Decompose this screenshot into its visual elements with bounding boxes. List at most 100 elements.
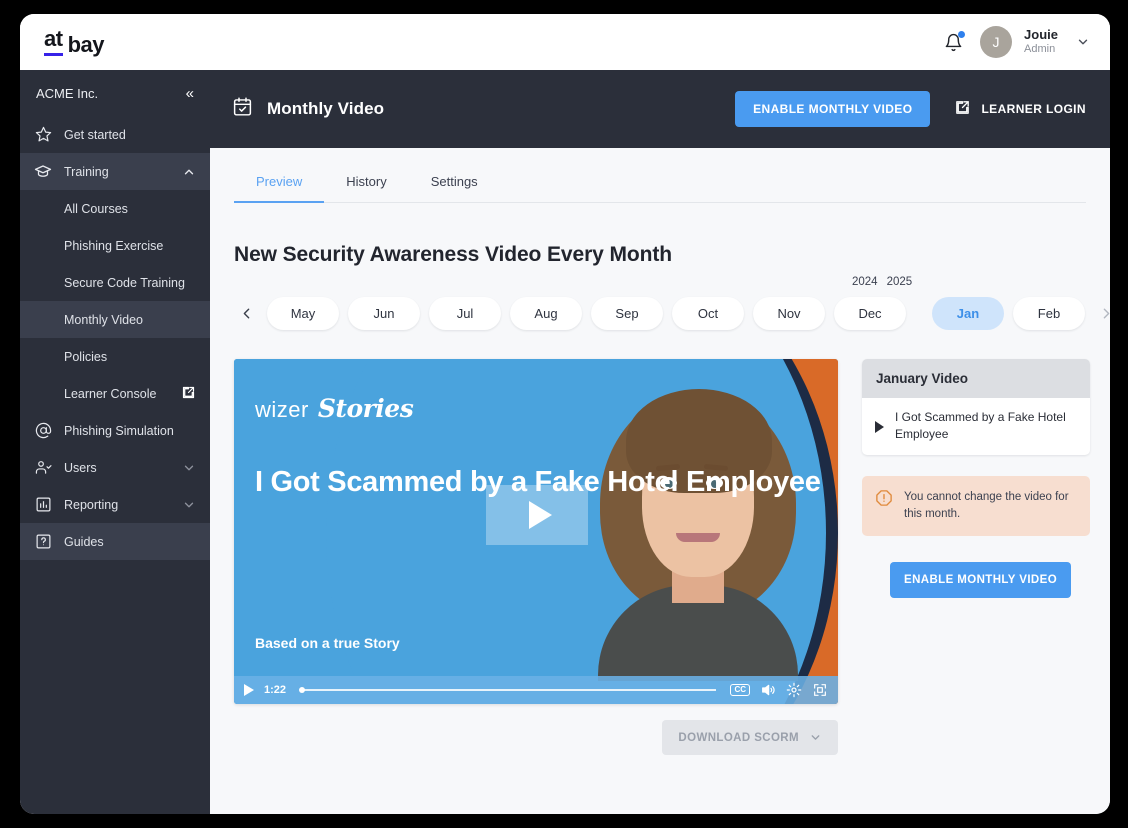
video-time: 1:22 bbox=[264, 684, 287, 696]
sidebar-item-training[interactable]: Training bbox=[20, 153, 210, 190]
avatar-initial: J bbox=[992, 34, 1000, 50]
avatar[interactable]: J bbox=[980, 26, 1013, 58]
month-pill-jan[interactable]: Jan bbox=[932, 297, 1004, 330]
sidebar-subitem-label: Learner Console bbox=[64, 386, 157, 401]
notifications-button[interactable] bbox=[942, 30, 966, 54]
page-header: Monthly Video ENABLE MONTHLY VIDEO LEARN… bbox=[210, 70, 1110, 148]
month-prev-button[interactable] bbox=[234, 298, 258, 330]
sidebar: ACME Inc. « Get started Training All Cou… bbox=[20, 70, 210, 814]
sidebar-item-label: Phishing Simulation bbox=[64, 423, 174, 438]
month-pill-feb[interactable]: Feb bbox=[1013, 297, 1085, 330]
month-pill-nov[interactable]: Nov bbox=[753, 297, 825, 330]
sidebar-item-secure-code-training[interactable]: Secure Code Training bbox=[20, 264, 210, 301]
sidebar-item-reporting[interactable]: Reporting bbox=[20, 486, 210, 523]
main-area: Monthly Video ENABLE MONTHLY VIDEO LEARN… bbox=[210, 70, 1110, 814]
graduation-cap-icon bbox=[34, 163, 52, 181]
poster-person-photo bbox=[564, 381, 832, 681]
fullscreen-icon[interactable] bbox=[812, 682, 828, 698]
month-pill-jun[interactable]: Jun bbox=[348, 297, 420, 330]
logo-bay-text: bay bbox=[67, 32, 105, 57]
video-poster-subtitle: Based on a true Story bbox=[255, 635, 400, 651]
external-link-icon bbox=[181, 385, 196, 403]
download-scorm-button[interactable]: DOWNLOAD SCORM bbox=[662, 720, 838, 755]
learner-login-button[interactable]: LEARNER LOGIN bbox=[954, 99, 1086, 119]
page-header-actions: ENABLE MONTHLY VIDEO LEARNER LOGIN bbox=[735, 91, 1086, 127]
video-list-item-title: I Got Scammed by a Fake Hotel Employee bbox=[895, 410, 1066, 442]
tab-settings[interactable]: Settings bbox=[409, 164, 500, 203]
month-pill-jul[interactable]: Jul bbox=[429, 297, 501, 330]
atbay-logo[interactable]: at bay bbox=[36, 28, 104, 56]
enable-monthly-video-button-panel[interactable]: ENABLE MONTHLY VIDEO bbox=[890, 562, 1072, 599]
month-next-button[interactable] bbox=[1094, 298, 1110, 330]
chevron-down-icon bbox=[811, 735, 820, 740]
chevron-left-icon bbox=[243, 308, 249, 319]
chevron-up-icon[interactable] bbox=[182, 165, 196, 179]
external-link-icon bbox=[954, 99, 971, 119]
year-left: 2024 bbox=[852, 276, 878, 288]
enable-monthly-video-button[interactable]: ENABLE MONTHLY VIDEO bbox=[735, 91, 931, 127]
app-body: ACME Inc. « Get started Training All Cou… bbox=[20, 70, 1110, 814]
month-pill-oct[interactable]: Oct bbox=[672, 297, 744, 330]
sidebar-item-all-courses[interactable]: All Courses bbox=[20, 190, 210, 227]
user-role: Admin bbox=[1024, 43, 1056, 56]
video-controls: 1:22 CC bbox=[234, 676, 838, 704]
at-sign-icon bbox=[34, 422, 52, 440]
month-selector: 2024 2025 May Jun Jul Aug Sep Oct Nov De… bbox=[234, 276, 1109, 330]
side-panel: January Video I Got Scammed by a Fake Ho… bbox=[862, 359, 1090, 755]
user-name: Jouie bbox=[1024, 27, 1058, 43]
play-icon bbox=[528, 501, 552, 529]
sidebar-item-policies[interactable]: Policies bbox=[20, 338, 210, 375]
video-play-button[interactable] bbox=[486, 485, 588, 545]
sidebar-item-label: Guides bbox=[64, 534, 104, 549]
top-bar: at bay J Jouie Admin bbox=[20, 14, 1110, 70]
play-icon[interactable] bbox=[244, 684, 254, 696]
sidebar-item-learner-console[interactable]: Learner Console bbox=[20, 375, 210, 412]
month-pill-may[interactable]: May bbox=[267, 297, 339, 330]
video-progress-handle[interactable] bbox=[299, 687, 306, 693]
tab-preview[interactable]: Preview bbox=[234, 164, 325, 203]
sidebar-item-users[interactable]: Users bbox=[20, 449, 210, 486]
sidebar-item-get-started[interactable]: Get started bbox=[20, 116, 210, 153]
notice-banner: You cannot change the video for this mon… bbox=[862, 476, 1090, 537]
sidebar-header: ACME Inc. « bbox=[20, 70, 210, 116]
sidebar-item-phishing-exercise[interactable]: Phishing Exercise bbox=[20, 227, 210, 264]
month-pill-sep[interactable]: Sep bbox=[591, 297, 663, 330]
sidebar-collapse-button[interactable]: « bbox=[186, 86, 194, 101]
logo-at-text: at bbox=[44, 28, 63, 56]
month-pill-aug[interactable]: Aug bbox=[510, 297, 582, 330]
download-scorm-label: DOWNLOAD SCORM bbox=[678, 731, 799, 744]
video-row: wizer Stories I Got Scammed by a Fake Ho… bbox=[234, 359, 1090, 755]
user-menu[interactable]: Jouie Admin bbox=[1024, 27, 1058, 56]
video-progress-bar[interactable] bbox=[299, 687, 717, 693]
year-labels: 2024 2025 bbox=[852, 276, 912, 288]
video-list-item[interactable]: I Got Scammed by a Fake Hotel Employee bbox=[862, 398, 1090, 455]
tab-history[interactable]: History bbox=[324, 164, 408, 203]
sidebar-item-label: Users bbox=[64, 460, 97, 475]
sidebar-item-label: Training bbox=[64, 164, 109, 179]
page-content: Preview History Settings New Security Aw… bbox=[210, 148, 1110, 814]
video-brand-logo: wizer Stories bbox=[255, 394, 414, 423]
learner-login-label: LEARNER LOGIN bbox=[981, 102, 1086, 116]
sidebar-subitem-label: Monthly Video bbox=[64, 312, 143, 327]
brand-wizer-text: wizer bbox=[255, 397, 309, 422]
section-heading: New Security Awareness Video Every Month bbox=[234, 243, 672, 266]
sidebar-item-phishing-simulation[interactable]: Phishing Simulation bbox=[20, 412, 210, 449]
chevron-down-icon[interactable] bbox=[182, 461, 196, 475]
captions-button[interactable]: CC bbox=[730, 683, 750, 697]
chevron-down-icon[interactable] bbox=[1076, 35, 1090, 49]
sidebar-subitem-label: Phishing Exercise bbox=[64, 238, 164, 253]
chevron-down-icon[interactable] bbox=[182, 498, 196, 512]
sidebar-item-guides[interactable]: Guides bbox=[20, 523, 210, 560]
year-right: 2025 bbox=[886, 276, 913, 288]
card-title: January Video bbox=[862, 359, 1090, 398]
gear-icon[interactable] bbox=[786, 682, 802, 698]
video-player[interactable]: wizer Stories I Got Scammed by a Fake Ho… bbox=[234, 359, 838, 704]
sidebar-item-label: Reporting bbox=[64, 497, 119, 512]
chevron-right-icon bbox=[1103, 308, 1109, 319]
month-pill-dec[interactable]: Dec bbox=[834, 297, 906, 330]
volume-icon[interactable] bbox=[760, 682, 776, 698]
sidebar-item-monthly-video[interactable]: Monthly Video bbox=[20, 301, 210, 338]
app-window: at bay J Jouie Admin ACME Inc. « Get sta… bbox=[20, 14, 1110, 814]
users-icon bbox=[34, 459, 52, 477]
sidebar-subitem-label: Policies bbox=[64, 349, 108, 364]
